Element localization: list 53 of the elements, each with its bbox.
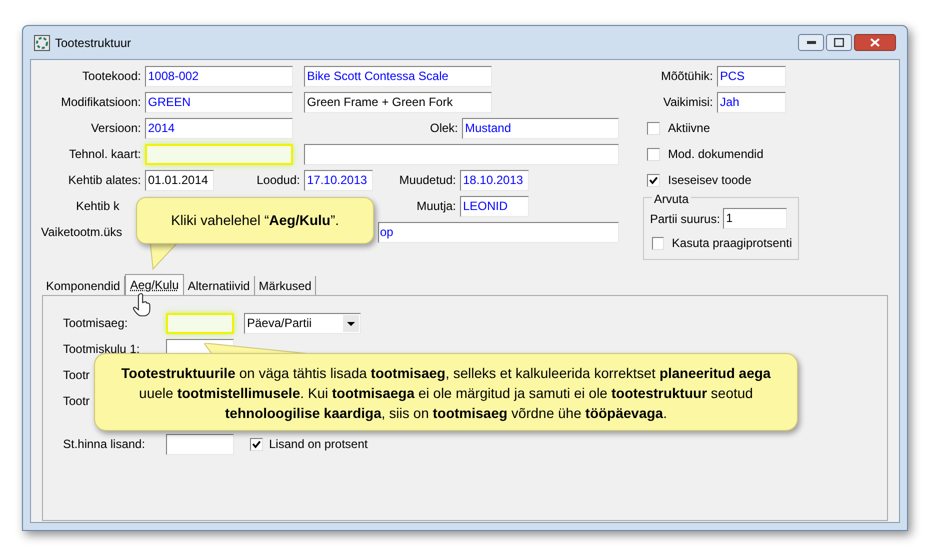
checkbox-label: Lisand on protsent [269, 436, 368, 453]
field-label: Modifikatsioon: [60, 94, 142, 111]
input-field[interactable]: 2014 [145, 118, 293, 138]
field-label: Partii suurus: [650, 210, 720, 228]
close-button[interactable] [854, 34, 896, 51]
dropdown[interactable]: Päeva/Partii [244, 312, 361, 334]
checkbox-label: Mod. dokumendid [668, 146, 764, 163]
input-field[interactable]: Green Frame + Green Fork [304, 92, 492, 112]
field-label: Vaiketootm.üks [40, 224, 124, 241]
field-label: Mõõtühik: [660, 68, 714, 85]
input-field[interactable]: 18.10.2013 [460, 170, 529, 190]
maximize-button[interactable] [826, 34, 852, 51]
checkbox-label: Kasuta praagiprotsenti [672, 235, 792, 252]
close-icon [870, 38, 880, 47]
field-label: Loodud: [256, 172, 301, 189]
field-label: Tootekood: [81, 68, 142, 85]
input-field[interactable] [166, 434, 234, 454]
field-label: Tootmisaeg: [62, 315, 129, 332]
app-icon [34, 34, 50, 50]
input-field[interactable]: 1 [723, 208, 788, 229]
checkbox[interactable] [647, 174, 660, 186]
field-label: Tehnol. kaart: [68, 146, 142, 163]
input-field[interactable]: 01.01.2014 [145, 170, 214, 190]
input-field[interactable]: Mustand [462, 118, 619, 138]
input-field[interactable] [304, 144, 619, 164]
input-field[interactable]: Jah [717, 92, 786, 112]
checkbox[interactable] [647, 122, 660, 134]
checkbox-label: Aktiivne [668, 120, 710, 137]
input-field[interactable]: PCS [717, 66, 786, 86]
window-title: Tootestruktuur [55, 34, 132, 52]
field-label: Olek: [428, 120, 459, 137]
minimize-icon [806, 41, 816, 44]
hand-cursor-icon [132, 293, 152, 317]
field-label: Muutja: [416, 198, 457, 215]
field-label: Vaikimisi: [662, 94, 714, 111]
input-field[interactable]: op [378, 222, 619, 242]
checkbox[interactable] [647, 148, 660, 160]
minimize-button[interactable] [798, 34, 824, 51]
field-label: Kehtib alates: [67, 172, 142, 189]
field-label: Muudetud: [398, 172, 457, 189]
checkbox[interactable] [250, 438, 263, 450]
input-field[interactable]: LEONID [460, 196, 529, 216]
maximize-icon [834, 38, 844, 47]
checkbox-label: Iseseisev toode [668, 172, 752, 189]
tab[interactable]: Aeg/Kulu [125, 274, 184, 295]
input-field[interactable]: 17.10.2013 [304, 170, 373, 190]
field-label: Kehtib k [75, 198, 120, 215]
input-field[interactable]: 1008-002 [145, 66, 293, 86]
checkbox[interactable] [652, 236, 664, 250]
field-label: St.hinna lisand: [62, 436, 146, 453]
input-field[interactable]: GREEN [145, 92, 293, 112]
field-label: Versioon: [90, 120, 142, 137]
input-field[interactable]: Bike Scott Contessa Scale [304, 66, 492, 86]
